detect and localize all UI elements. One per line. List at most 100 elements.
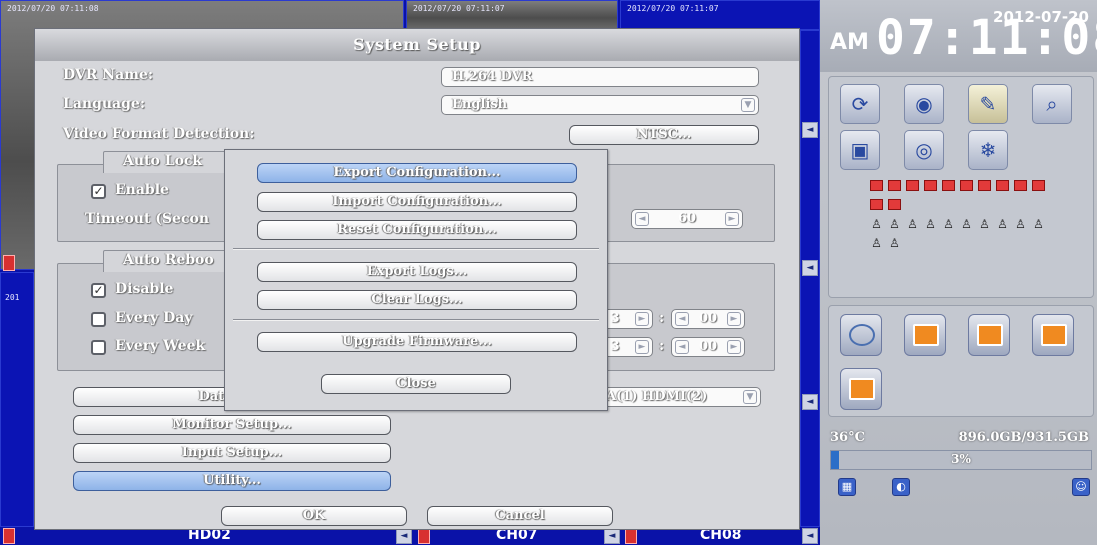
chevron-right-icon[interactable]: ►	[725, 212, 739, 226]
record-icon	[418, 528, 430, 544]
close-button[interactable]: Close	[321, 374, 511, 394]
video-format-button[interactable]: NTSC...	[569, 125, 759, 145]
every-week-label: Every Week	[115, 338, 206, 354]
notes-icon[interactable]: ✎	[968, 84, 1008, 124]
pip-view-icon[interactable]	[904, 314, 946, 356]
alarm-status-icon	[888, 180, 901, 191]
lock-status-icon: ♙	[943, 217, 954, 231]
language-value: English	[452, 97, 508, 112]
auto-reboot-disable-checkbox[interactable]: ✓	[91, 283, 106, 298]
alarm-status-icon	[870, 199, 883, 210]
alarm-status-icon	[996, 180, 1009, 191]
chevron-down-icon: ▼	[741, 98, 755, 112]
reset-configuration-button[interactable]: Reset Configuration...	[257, 220, 577, 240]
every-week-checkbox[interactable]	[91, 340, 106, 355]
output-select[interactable]: A(1) HDMI(2) ▼	[595, 387, 761, 407]
camera-tile-2[interactable]: 2012/07/20 07:11:07	[406, 0, 618, 30]
window-title: System Setup	[35, 29, 799, 61]
clock-display: 2012-07-20 AM 07:11:08	[820, 0, 1097, 72]
input-setup-button[interactable]: Input Setup...	[73, 443, 391, 463]
snowflake-icon[interactable]: ❄	[968, 130, 1008, 170]
utility-button[interactable]: Utility...	[73, 471, 391, 491]
lock-status-icon: ♙	[979, 217, 990, 231]
camera-timestamp: 2012/07/20 07:11:07	[413, 4, 505, 13]
reboot-minute-value: 00	[698, 311, 718, 326]
ptz-icon[interactable]: ◎	[904, 130, 944, 170]
camera-grid-icon[interactable]: ▦	[838, 478, 856, 496]
every-day-checkbox[interactable]	[91, 312, 106, 327]
disk-capacity-readout: 896.0GB/931.5GB	[958, 430, 1089, 445]
language-select[interactable]: English ▼	[441, 95, 759, 115]
every-day-label: Every Day	[115, 310, 193, 326]
auto-lock-enable-checkbox[interactable]: ✓	[91, 184, 106, 199]
nine-view-icon[interactable]	[840, 368, 882, 410]
user-icon[interactable]: ☺	[1072, 478, 1090, 496]
alarm-status-icon	[942, 180, 955, 191]
lock-status-icon: ♙	[925, 217, 936, 231]
dvr-name-field[interactable]: H.264 DVR	[441, 67, 759, 87]
reboot-minute-stepper-day[interactable]: ◄ 00 ►	[671, 309, 745, 329]
import-configuration-button[interactable]: Import Configuration...	[257, 192, 577, 212]
chevron-right-icon[interactable]: ►	[635, 340, 649, 354]
lock-status-icon: ♙	[907, 217, 918, 231]
chevron-left-icon[interactable]: ◄	[675, 340, 689, 354]
alarm-status-icon	[1014, 180, 1027, 191]
lock-status-icon: ♙	[961, 217, 972, 231]
camera-tile-side[interactable]: 201	[0, 272, 34, 527]
chevron-left-icon[interactable]: ◄	[675, 312, 689, 326]
lock-status-icon: ♙	[1015, 217, 1026, 231]
network-status-icon[interactable]: ◐	[892, 478, 910, 496]
export-configuration-button[interactable]: Export Configuration...	[257, 163, 577, 183]
alarm-status-icon	[960, 180, 973, 191]
search-view-icon[interactable]	[840, 314, 882, 356]
network-icon[interactable]: ◉	[904, 84, 944, 124]
camera-tile-3[interactable]: 2012/07/20 07:11:07	[620, 0, 820, 30]
chevron-left-icon[interactable]: ◄	[635, 212, 649, 226]
alarm-status-icon	[870, 180, 883, 191]
quad-view-icon[interactable]	[1032, 314, 1074, 356]
camera-timestamp: 2012/07/20 07:11:07	[627, 4, 719, 13]
setup-icon[interactable]: ⟳	[840, 84, 880, 124]
disk-usage-bar: 3%	[830, 450, 1092, 470]
reboot-minute-stepper-week[interactable]: ◄ 00 ►	[671, 337, 745, 357]
camera-tile-right[interactable]	[800, 30, 820, 527]
alarm-status-icon	[924, 180, 937, 191]
record-icon	[3, 255, 15, 271]
time-separator: :	[659, 338, 665, 354]
disk-usage-percent: 3%	[951, 452, 971, 466]
auto-lock-timeout-stepper[interactable]: ◄ 60 ►	[631, 209, 743, 229]
left-arrow-icon[interactable]: ◄	[802, 260, 818, 276]
clear-logs-button[interactable]: Clear Logs...	[257, 290, 577, 310]
cancel-button[interactable]: Cancel	[427, 506, 613, 526]
left-arrow-icon[interactable]: ◄	[802, 122, 818, 138]
video-format-label: Video Format Detection:	[63, 126, 255, 142]
temperature-readout: 36°C	[830, 430, 865, 445]
monitor-setup-button[interactable]: Monitor Setup...	[73, 415, 391, 435]
ok-button[interactable]: OK	[221, 506, 407, 526]
lock-status-icon: ♙	[871, 236, 882, 250]
left-arrow-icon[interactable]: ◄	[604, 528, 620, 544]
output-value: A(1) HDMI(2)	[606, 389, 708, 404]
chevron-down-icon: ▼	[743, 390, 757, 404]
clock-ampm: AM	[830, 30, 869, 55]
chevron-right-icon[interactable]: ►	[727, 312, 741, 326]
record-icon	[3, 528, 15, 544]
lock-status-icon: ♙	[889, 217, 900, 231]
left-arrow-icon[interactable]: ◄	[802, 394, 818, 410]
camera-settings-icon[interactable]: ▣	[840, 130, 880, 170]
language-label: Language:	[63, 96, 145, 112]
alarm-status-icon	[978, 180, 991, 191]
time-separator: :	[659, 310, 665, 326]
chevron-right-icon[interactable]: ►	[635, 312, 649, 326]
upgrade-firmware-button[interactable]: Upgrade Firmware...	[257, 332, 577, 352]
lock-status-icon: ♙	[889, 236, 900, 250]
menu-divider	[233, 319, 599, 321]
search-recordings-icon[interactable]: ⌕	[1032, 84, 1072, 124]
chevron-right-icon[interactable]: ►	[727, 340, 741, 354]
single-view-icon[interactable]	[968, 314, 1010, 356]
left-arrow-icon[interactable]: ◄	[802, 528, 818, 544]
alarm-status-icon	[906, 180, 919, 191]
left-arrow-icon[interactable]: ◄	[396, 528, 412, 544]
export-logs-button[interactable]: Export Logs...	[257, 262, 577, 282]
lock-status-icon: ♙	[871, 217, 882, 231]
